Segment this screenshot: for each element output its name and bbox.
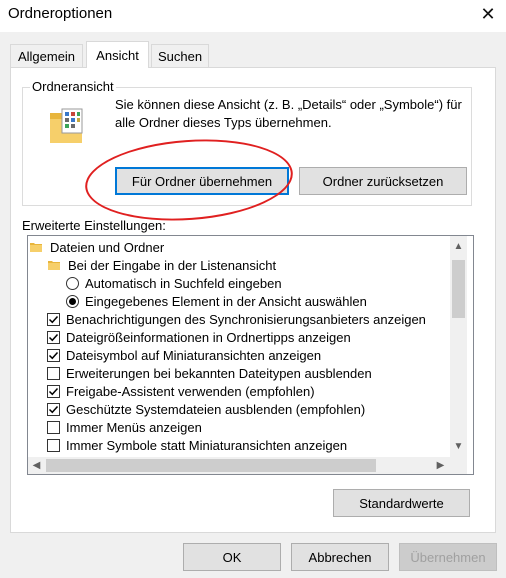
checkmark-icon (48, 387, 59, 395)
tree-item-label: Eingegebenes Element in der Ansicht ausw… (85, 293, 367, 309)
cancel-button[interactable]: Abbrechen (291, 543, 389, 571)
tree-item-label: Immer Menüs anzeigen (66, 419, 202, 435)
folder-view-description: Sie können diese Ansicht (z. B. „Details… (115, 97, 462, 130)
advanced-settings-label: Erweiterte Einstellungen: (22, 218, 166, 233)
tree-item-label: Immer Symbole statt Miniaturansichten an… (66, 437, 348, 453)
scroll-down-icon[interactable]: ▼ (450, 438, 467, 455)
folder-icon (30, 243, 42, 252)
checkmark-icon (48, 405, 59, 413)
reset-folders-button[interactable]: Ordner zurücksetzen (299, 167, 467, 195)
ok-button[interactable]: OK (183, 543, 281, 571)
vertical-scroll-thumb[interactable] (452, 260, 465, 318)
checkbox[interactable] (47, 366, 60, 380)
close-button[interactable]: ✕ (470, 0, 506, 28)
checkbox[interactable] (47, 384, 60, 398)
tree-item-label: Dateien und Ordner (50, 239, 165, 255)
horizontal-scrollbar[interactable]: ◀ ▶ (28, 457, 450, 474)
radio-select-in-view[interactable]: Eingegebenes Element in der Ansicht ausw… (66, 292, 367, 310)
tree-item-label: Dateigrößeinformationen in Ordnertipps a… (66, 329, 351, 345)
option-always-show-menus[interactable]: Immer Menüs anzeigen (47, 418, 202, 436)
checkbox[interactable] (47, 438, 60, 452)
tree-folder-list-input[interactable]: Bei der Eingabe in der Listenansicht (48, 256, 276, 274)
checkbox[interactable] (47, 402, 60, 416)
option-hide-extensions[interactable]: Erweiterungen bei bekannten Dateitypen a… (47, 364, 372, 382)
tree-item-label: Dateisymbol auf Miniaturansichten anzeig… (66, 347, 322, 363)
apply-to-folders-button[interactable]: Für Ordner übernehmen (115, 167, 289, 195)
folder-icon (48, 261, 60, 270)
tab-allgemein[interactable]: Allgemein (10, 44, 83, 67)
checkmark-icon (48, 333, 59, 341)
close-icon: ✕ (480, 3, 496, 24)
vertical-scrollbar[interactable]: ▲ ▼ (450, 236, 467, 458)
scroll-left-icon[interactable]: ◀ (28, 457, 45, 474)
folder-view-icon (50, 108, 83, 143)
checkbox[interactable] (47, 420, 60, 434)
folder-view-group-label: Ordneransicht (30, 79, 116, 94)
checkbox[interactable] (47, 312, 60, 326)
option-sync-notifications[interactable]: Benachrichtigungen des Synchronisierungs… (47, 310, 426, 328)
radio-auto-search[interactable]: Automatisch in Suchfeld eingeben (66, 274, 282, 292)
tree-folder-files[interactable]: Dateien und Ordner (30, 238, 164, 256)
checkmark-icon (48, 315, 59, 323)
apply-button[interactable]: Übernehmen (399, 543, 497, 571)
scroll-up-icon[interactable]: ▲ (450, 238, 467, 255)
option-icons-not-thumbnails[interactable]: Immer Symbole statt Miniaturansichten an… (47, 436, 347, 454)
tree-item-label: Geschützte Systemdateien ausblenden (emp… (66, 401, 366, 417)
tree-item-label: Freigabe-Assistent verwenden (empfohlen) (66, 383, 315, 399)
radio-button[interactable] (66, 276, 79, 290)
checkbox[interactable] (47, 348, 60, 362)
title-bar: Ordneroptionen ✕ (0, 0, 506, 32)
tree-item-label: Automatisch in Suchfeld eingeben (85, 275, 282, 291)
scrollbar-corner (450, 457, 467, 474)
radio-selected-dot (69, 297, 76, 305)
tab-suchen[interactable]: Suchen (151, 44, 209, 67)
window-title: Ordneroptionen (8, 5, 113, 22)
checkmark-icon (48, 351, 59, 359)
horizontal-scroll-thumb[interactable] (46, 459, 376, 472)
restore-defaults-button[interactable]: Standardwerte (333, 489, 470, 517)
tree-item-label: Bei der Eingabe in der Listenansicht (68, 257, 277, 273)
option-file-icon-thumbnails[interactable]: Dateisymbol auf Miniaturansichten anzeig… (47, 346, 321, 364)
option-hide-system-files[interactable]: Geschützte Systemdateien ausblenden (emp… (47, 400, 365, 418)
advanced-settings-tree[interactable]: Dateien und Ordner Bei der Eingabe in de… (27, 235, 474, 475)
radio-button[interactable] (66, 294, 79, 308)
scroll-right-icon[interactable]: ▶ (432, 457, 449, 474)
tree-item-label: Erweiterungen bei bekannten Dateitypen a… (66, 365, 372, 381)
option-sharing-wizard[interactable]: Freigabe-Assistent verwenden (empfohlen) (47, 382, 315, 400)
tab-ansicht[interactable]: Ansicht (86, 41, 149, 68)
tree-item-label: Benachrichtigungen des Synchronisierungs… (66, 311, 426, 327)
option-file-size-tips[interactable]: Dateigrößeinformationen in Ordnertipps a… (47, 328, 351, 346)
checkbox[interactable] (47, 330, 60, 344)
